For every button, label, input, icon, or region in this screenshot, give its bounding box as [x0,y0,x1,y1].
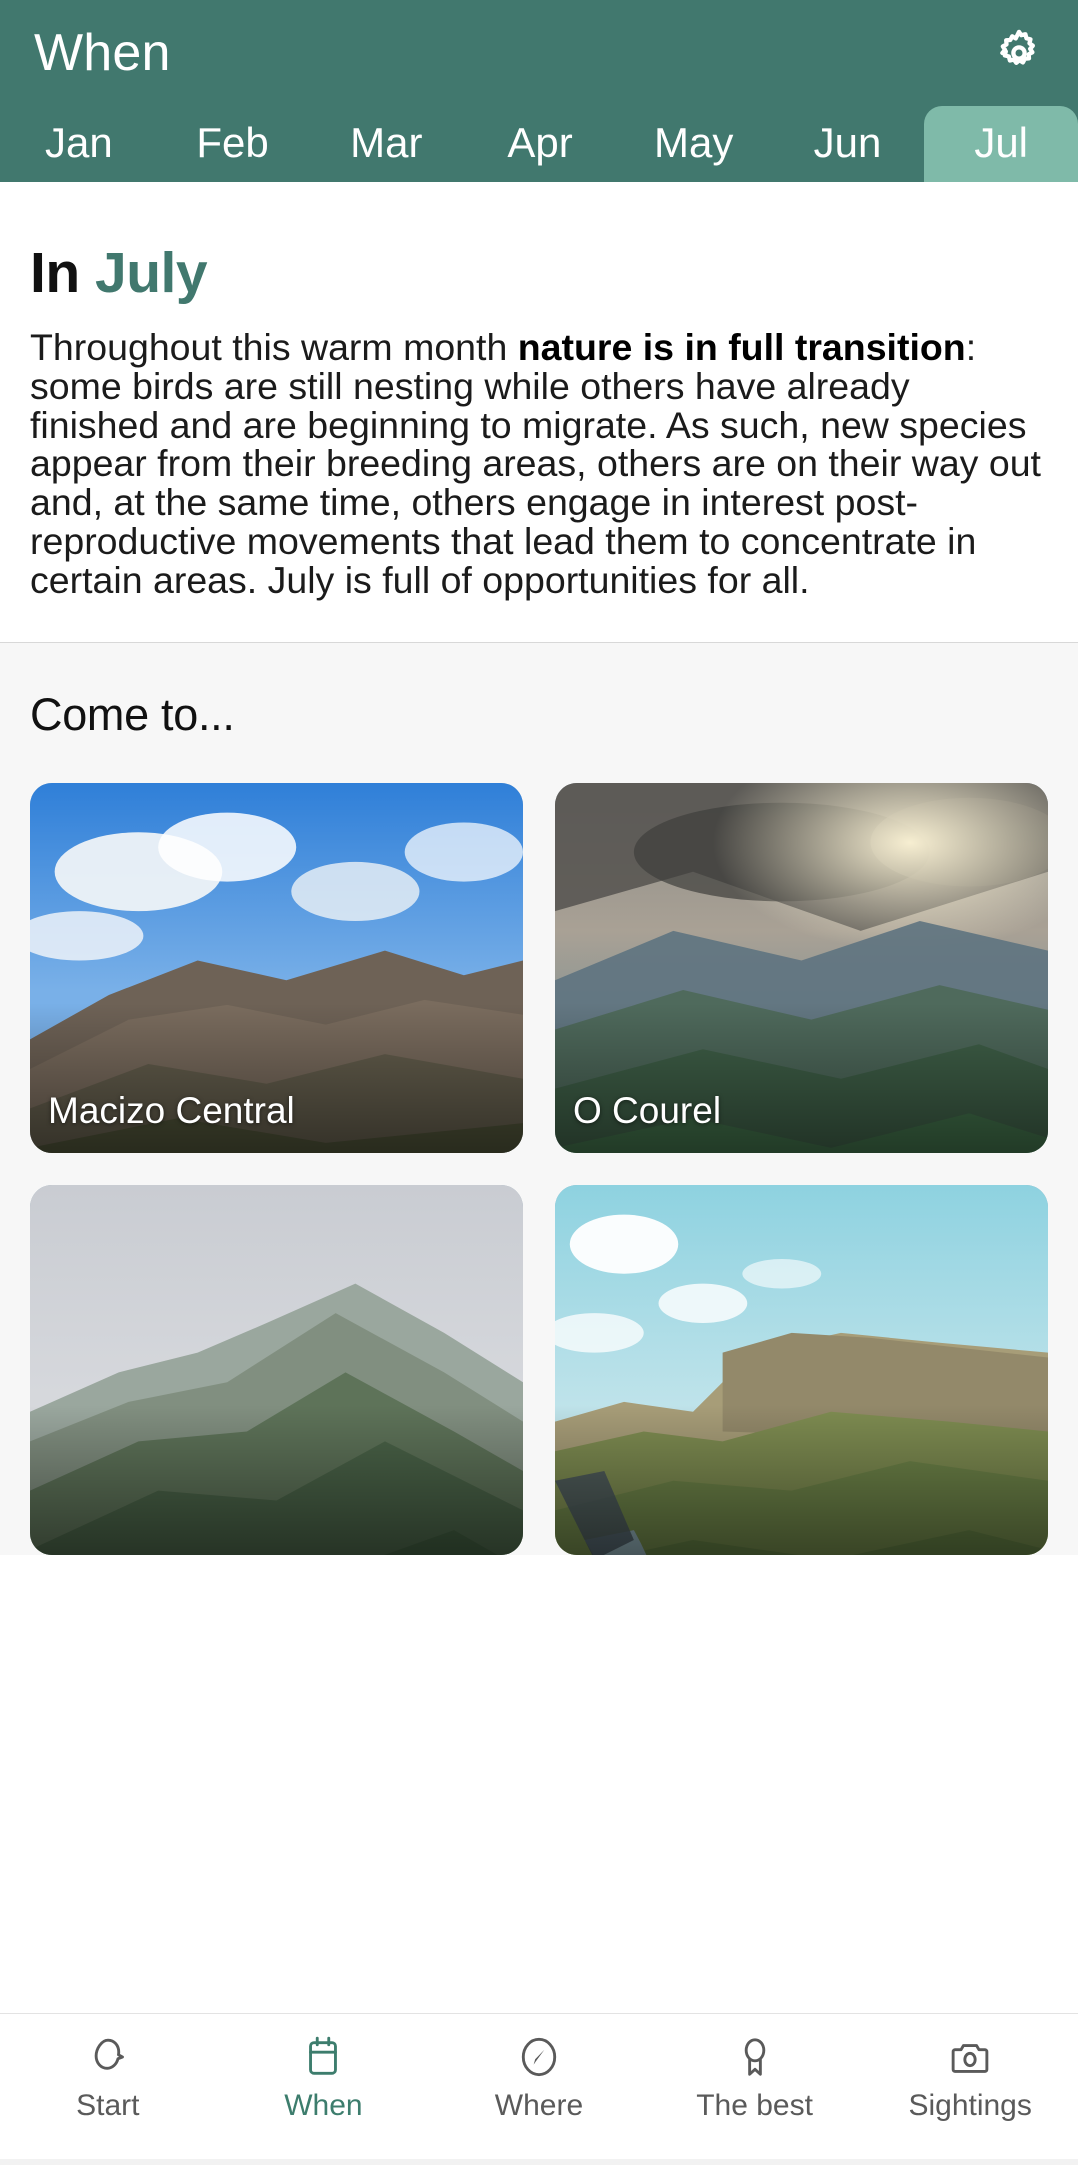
award-icon [744,2038,765,2076]
bottom-navigation-bar: Start When Where The best Sightings [0,2013,1078,2165]
nav-item-the-best[interactable]: The best [647,2034,863,2121]
card-gradient-overlay [30,1404,523,1555]
destination-card[interactable]: Macizo Central [30,782,523,1153]
month-tab-jan[interactable]: Jan [2,106,156,182]
destination-card-grid: Macizo Central O Courel [30,782,1048,1555]
month-tab-mar[interactable]: Mar [309,106,463,182]
page-title: When [34,23,171,82]
card-label: O Courel [573,1089,722,1131]
destination-card[interactable]: O Courel [555,782,1048,1153]
month-tab-jul[interactable]: Jul [924,106,1078,182]
heading-month: July [95,241,208,305]
body-text-lead: Throughout this warm month [30,326,518,368]
nav-item-start[interactable]: Start [0,2034,216,2121]
app-header: When Jan Feb Mar Apr May Jun Jul [0,0,1078,182]
nav-label: The best [696,2089,813,2122]
nav-label: Start [76,2089,140,2122]
nav-label: Where [494,2089,584,2122]
nav-item-sightings[interactable]: Sightings [862,2034,1078,2121]
app-screen: When Jan Feb Mar Apr May Jun Jul In July… [0,0,1078,2165]
card-gradient-overlay [555,1404,1048,1555]
camera-icon [951,2044,989,2073]
nav-label: When [284,2089,363,2122]
month-tab-jun[interactable]: Jun [771,106,925,182]
come-to-section: Come to... Macizo Central O Courel [0,642,1078,1555]
month-tab-feb[interactable]: Feb [156,106,310,182]
destination-card[interactable] [555,1184,1048,1555]
bird-icon [94,2038,124,2070]
compass-icon [521,2037,557,2077]
month-tab-may[interactable]: May [617,106,771,182]
body-text-emphasis: nature is in full transition [517,326,966,368]
settings-button[interactable] [992,26,1046,80]
header-top-bar: When [0,0,1078,105]
month-tabs: Jan Feb Mar Apr May Jun Jul [0,105,1078,182]
card-label: Macizo Central [48,1089,295,1131]
heading-prefix: In [30,241,80,305]
article-section: In July Throughout this warm month natur… [0,182,1078,642]
gear-icon [1000,29,1035,65]
body-text-rest: : some birds are still nesting while oth… [30,326,1041,601]
article-body: Throughout this warm month nature is in … [30,328,1046,600]
nav-label: Sightings [908,2089,1032,2122]
destination-card[interactable] [30,1184,523,1555]
nav-item-when[interactable]: When [216,2034,432,2121]
come-to-title: Come to... [30,688,235,740]
home-indicator-strip [0,2159,1078,2165]
nav-item-where[interactable]: Where [431,2034,647,2121]
month-tab-apr[interactable]: Apr [463,106,617,182]
calendar-icon [309,2036,338,2075]
article-heading: In July [30,240,1046,306]
